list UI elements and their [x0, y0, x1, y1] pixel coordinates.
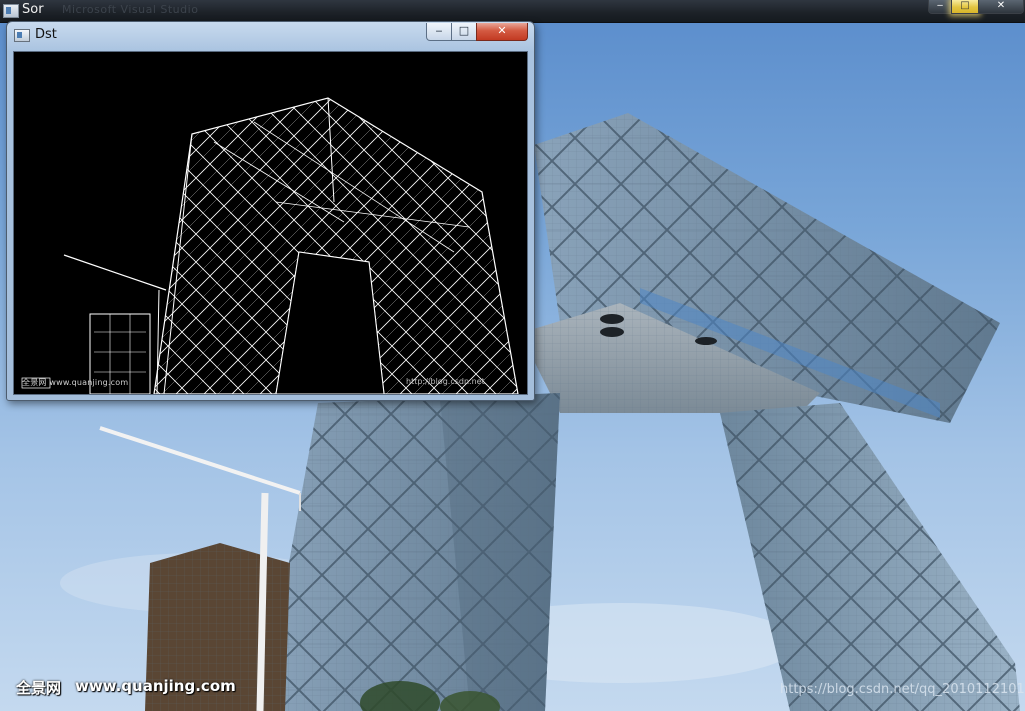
dst-minimize-button[interactable]: ‒: [426, 23, 452, 41]
sor-maximize-button[interactable]: □: [951, 0, 979, 14]
dst-app-icon: [14, 29, 30, 42]
sor-app-icon: [3, 4, 19, 18]
dst-window[interactable]: Dst ‒ □ ✕ 全景网 www.quanjing.com http://bl…: [6, 21, 535, 401]
dst-window-title: Dst: [35, 27, 57, 42]
dst-close-button[interactable]: ✕: [476, 23, 528, 41]
crane-mast: [256, 492, 269, 711]
sor-minimize-button[interactable]: ‒: [928, 0, 952, 14]
photo-watermark-cn: 全景网: [16, 679, 62, 697]
crane-jib: [99, 426, 301, 495]
dst-maximize-button[interactable]: □: [451, 23, 477, 41]
sor-close-button[interactable]: ✕: [978, 0, 1024, 14]
edge-image-canvas: 全景网 www.quanjing.com http://blog.csdn.ne…: [13, 51, 528, 395]
edge-crane: [63, 254, 167, 291]
edge-detection-output: [21, 97, 519, 394]
photo-watermark-blog: https://blog.csdn.net/qq_20101121019: [780, 682, 1025, 697]
main-titlebar[interactable]: Sor Microsoft Visual Studio ‒ □ ✕: [0, 0, 1025, 23]
sor-window-title: Sor: [22, 2, 44, 17]
sor-ghost-title: Microsoft Visual Studio: [62, 3, 199, 16]
photo-watermark-site: www.quanjing.com: [75, 677, 236, 695]
edge-watermark-right: http://blog.csdn.net: [406, 377, 485, 386]
dst-titlebar[interactable]: Dst ‒ □ ✕: [7, 22, 534, 48]
edge-watermark: 全景网 www.quanjing.com: [22, 378, 129, 387]
